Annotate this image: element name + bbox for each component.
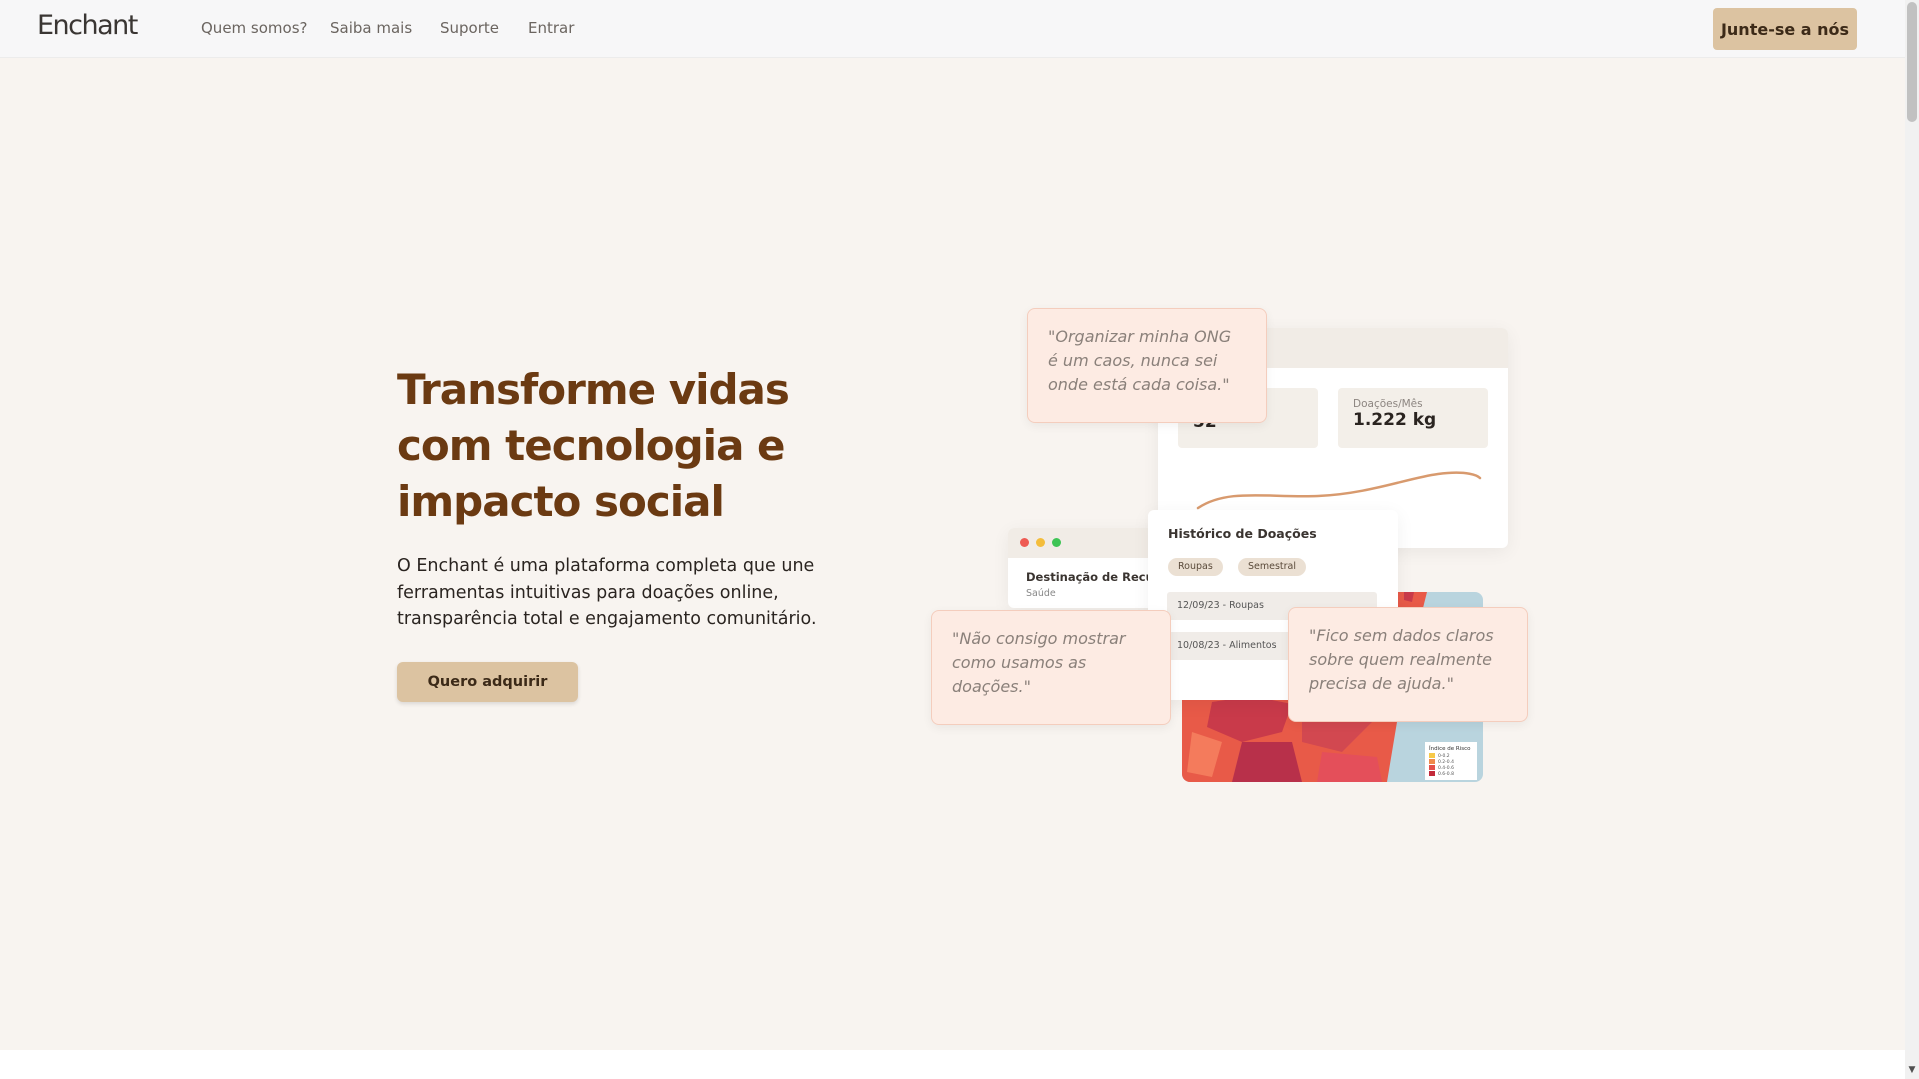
buy-button[interactable]: Quero adquirir	[397, 662, 578, 702]
quote-card-organize: "Organizar minha ONG é um caos, nunca se…	[1027, 308, 1267, 423]
destination-topbar	[1008, 528, 1158, 558]
site-header: Enchant Quem somos? Saiba mais Suporte E…	[0, 0, 1905, 58]
history-title: Histórico de Doações	[1168, 526, 1317, 541]
enchant-logo[interactable]: Enchant	[37, 10, 138, 41]
hero-section	[0, 58, 1905, 1050]
map-legend-item: 0.6-0.8	[1438, 771, 1454, 777]
map-legend-item: 0.2-0.4	[1438, 759, 1454, 765]
next-section-edge	[0, 1050, 1905, 1079]
stat-box-donations: Doações/Mês 1.222 kg	[1338, 388, 1488, 448]
nav-saiba-mais[interactable]: Saiba mais	[330, 19, 412, 37]
chip-semestral[interactable]: Semestral	[1238, 558, 1307, 576]
page-scrollbar[interactable]: ▼	[1905, 0, 1919, 1079]
chip-roupas[interactable]: Roupas	[1168, 558, 1223, 576]
map-legend-title: Índice de Risco	[1429, 745, 1471, 752]
window-dot-green	[1052, 538, 1061, 547]
map-legend-item: 0.4-0.6	[1438, 765, 1454, 771]
trend-line-chart	[1196, 471, 1482, 510]
map-legend-item: 0-0.2	[1438, 753, 1450, 759]
window-dot-yellow	[1036, 538, 1045, 547]
scrollbar-thumb[interactable]	[1907, 2, 1917, 122]
destination-subtitle: Saúde	[1026, 588, 1056, 599]
nav-suporte[interactable]: Suporte	[440, 19, 499, 37]
nav-quem-somos[interactable]: Quem somos?	[201, 19, 307, 37]
nav-entrar[interactable]: Entrar	[528, 19, 574, 37]
stat-donations-value: 1.222 kg	[1353, 410, 1437, 430]
window-dot-red	[1020, 538, 1029, 547]
destination-title: Destinação de Recursos	[1026, 570, 1158, 584]
scroll-down-arrow-icon[interactable]: ▼	[1905, 1062, 1919, 1079]
quote-card-donations: "Não consigo mostrar como usamos as doaç…	[931, 610, 1171, 725]
join-button[interactable]: Junte-se a nós	[1713, 8, 1857, 50]
hero-title: Transforme vidas com tecnologia e impact…	[397, 365, 790, 526]
stat-donations-label: Doações/Mês	[1353, 398, 1423, 410]
hero-description: O Enchant é uma plataforma completa que …	[397, 556, 817, 629]
quote-card-data: "Fico sem dados claros sobre quem realme…	[1288, 607, 1528, 722]
destination-card: Destinação de Recursos Saúde	[1008, 528, 1158, 608]
